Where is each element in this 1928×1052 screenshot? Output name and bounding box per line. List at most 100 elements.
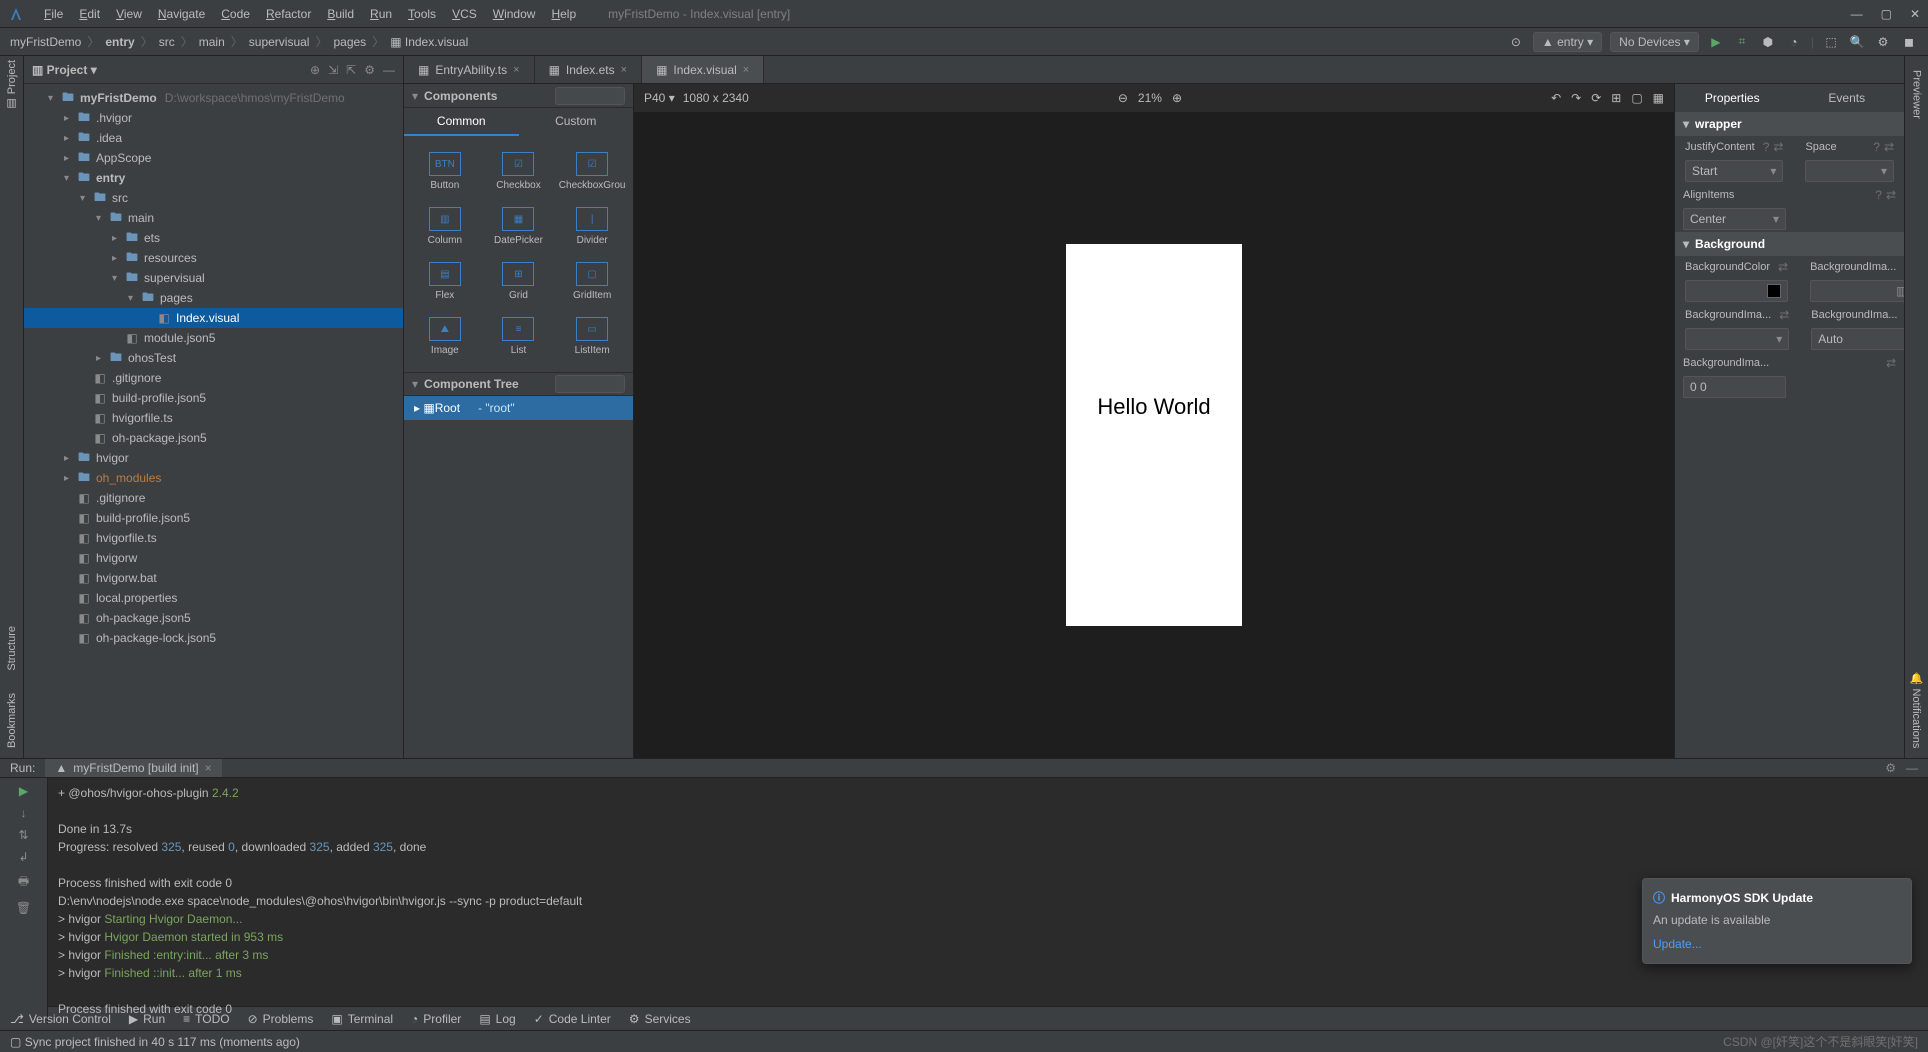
- fullscreen-icon[interactable]: ▢: [1631, 91, 1642, 105]
- menu-edit[interactable]: Edit: [71, 7, 108, 21]
- tree-row[interactable]: ▸🖿.idea: [24, 128, 403, 148]
- menu-window[interactable]: Window: [485, 7, 544, 21]
- component-checkboxgrou[interactable]: ☑CheckboxGrou: [557, 146, 627, 197]
- device-dropdown[interactable]: No Devices ▾: [1610, 32, 1699, 52]
- avatar-icon[interactable]: ◼: [1900, 33, 1918, 51]
- component-divider[interactable]: |Divider: [557, 201, 627, 252]
- project-tool-button[interactable]: ▥ Project: [5, 60, 18, 110]
- breadcrumb-item[interactable]: src: [159, 35, 175, 49]
- zoom-out-icon[interactable]: ⊖: [1118, 91, 1128, 105]
- panel-hide-icon[interactable]: —: [383, 63, 395, 77]
- link-icon[interactable]: ⇄: [1886, 356, 1896, 370]
- component-tree-search-input[interactable]: [555, 375, 625, 393]
- tree-row[interactable]: ◧hvigorfile.ts: [24, 408, 403, 428]
- grid-icon[interactable]: ▦: [1653, 91, 1664, 105]
- notification-update-link[interactable]: Update...: [1653, 935, 1901, 953]
- search-icon[interactable]: 🔍: [1848, 33, 1866, 51]
- tab-properties[interactable]: Properties: [1675, 84, 1790, 112]
- tree-row[interactable]: ◧build-profile.json5: [24, 388, 403, 408]
- close-icon[interactable]: ✕: [1910, 7, 1920, 21]
- prop-align-items-input[interactable]: Center▾: [1683, 208, 1786, 230]
- redo-icon[interactable]: ↷: [1571, 91, 1581, 105]
- help-icon[interactable]: ?: [1873, 140, 1880, 154]
- tree-row[interactable]: ◧hvigorfile.ts: [24, 528, 403, 548]
- tree-row[interactable]: ◧build-profile.json5: [24, 508, 403, 528]
- prop-space-input[interactable]: ▾: [1805, 160, 1894, 182]
- tree-row[interactable]: ◧oh-package.json5: [24, 608, 403, 628]
- tab-common[interactable]: Common: [404, 108, 519, 136]
- tree-row[interactable]: ◧Index.visual: [24, 308, 403, 328]
- print-icon[interactable]: 🖶: [18, 872, 29, 893]
- breadcrumb-item[interactable]: pages: [333, 35, 366, 49]
- tree-row[interactable]: ▸🖿AppScope: [24, 148, 403, 168]
- tree-row[interactable]: ▸🖿.hvigor: [24, 108, 403, 128]
- tree-row[interactable]: ◧module.json5: [24, 328, 403, 348]
- tree-row[interactable]: ▾🖿main: [24, 208, 403, 228]
- menu-help[interactable]: Help: [543, 7, 584, 21]
- menu-refactor[interactable]: Refactor: [258, 7, 319, 21]
- device-preview[interactable]: Hello World: [1066, 244, 1242, 626]
- tree-row[interactable]: ▸🖿resources: [24, 248, 403, 268]
- run-tab[interactable]: ▲myFristDemo [build init]×: [45, 759, 221, 777]
- editor-tab[interactable]: ▦EntryAbility.ts×: [404, 56, 535, 83]
- prop-bgimage-input[interactable]: ▥: [1810, 280, 1914, 302]
- menu-vcs[interactable]: VCS: [444, 7, 485, 21]
- component-listitem[interactable]: ▭ListItem: [557, 311, 627, 362]
- rotate-icon[interactable]: ⟳: [1591, 91, 1601, 105]
- menu-navigate[interactable]: Navigate: [150, 7, 213, 21]
- collapse-all-icon[interactable]: ⇱: [346, 63, 356, 77]
- build-icon[interactable]: ⬚: [1822, 33, 1840, 51]
- breadcrumb-item[interactable]: supervisual: [249, 35, 310, 49]
- link-icon[interactable]: ⇄: [1884, 140, 1894, 154]
- tab-events[interactable]: Events: [1790, 84, 1905, 112]
- tree-row[interactable]: ◧oh-package.json5: [24, 428, 403, 448]
- component-datepicker[interactable]: ▦DatePicker: [484, 201, 554, 252]
- prop-bgimage-auto-input[interactable]: Auto: [1811, 328, 1915, 350]
- components-search-input[interactable]: [555, 87, 625, 105]
- run-config-dropdown[interactable]: ▲ entry ▾: [1533, 32, 1602, 52]
- breadcrumb-item[interactable]: myFristDemo: [10, 35, 81, 49]
- tree-row[interactable]: ◧oh-package-lock.json5: [24, 628, 403, 648]
- link-icon[interactable]: ⇄: [1778, 260, 1788, 274]
- target-icon[interactable]: ⊙: [1507, 33, 1525, 51]
- tree-row[interactable]: ▾🖿pages: [24, 288, 403, 308]
- menu-tools[interactable]: Tools: [400, 7, 444, 21]
- component-grid[interactable]: ⊞Grid: [484, 256, 554, 307]
- prop-bgcolor-input[interactable]: [1685, 280, 1788, 302]
- tree-row[interactable]: ◧local.properties: [24, 588, 403, 608]
- stop-icon[interactable]: ↓: [21, 806, 27, 820]
- menu-code[interactable]: Code: [213, 7, 258, 21]
- coverage-icon[interactable]: ⬢: [1759, 33, 1777, 51]
- help-icon[interactable]: ?: [1875, 188, 1882, 202]
- undo-icon[interactable]: ↶: [1551, 91, 1561, 105]
- tree-row[interactable]: ▸🖿ets: [24, 228, 403, 248]
- component-image[interactable]: ⛰Image: [410, 311, 480, 362]
- menu-run[interactable]: Run: [362, 7, 400, 21]
- tree-row[interactable]: ▾🖿supervisual: [24, 268, 403, 288]
- rerun-icon[interactable]: ▶: [19, 784, 28, 798]
- device-select[interactable]: P40 ▾: [644, 91, 675, 105]
- link-icon[interactable]: ⇄: [1773, 140, 1783, 154]
- editor-tab[interactable]: ▦Index.ets×: [535, 56, 642, 83]
- tab-custom[interactable]: Custom: [519, 108, 634, 136]
- zoom-in-icon[interactable]: ⊕: [1172, 91, 1182, 105]
- select-opened-icon[interactable]: ⊕: [310, 63, 320, 77]
- menu-build[interactable]: Build: [319, 7, 362, 21]
- tree-row[interactable]: ◧hvigorw.bat: [24, 568, 403, 588]
- status-icon[interactable]: ▢: [10, 1035, 21, 1049]
- trash-icon[interactable]: 🗑: [16, 901, 31, 915]
- tree-row[interactable]: ▸🖿hvigor: [24, 448, 403, 468]
- project-tree[interactable]: ▾🖿myFristDemoD:\workspace\hmos\myFristDe…: [24, 84, 403, 758]
- prop-bgimage3-input[interactable]: 0 0: [1683, 376, 1786, 398]
- link-icon[interactable]: ⇄: [1886, 188, 1896, 202]
- bookmarks-tool-button[interactable]: Bookmarks: [6, 693, 18, 748]
- debug-icon[interactable]: ⌗: [1733, 33, 1751, 51]
- breadcrumb-item[interactable]: entry: [105, 35, 134, 49]
- menu-file[interactable]: File: [36, 7, 71, 21]
- wrap-icon[interactable]: ↲: [18, 850, 28, 864]
- breadcrumb-item[interactable]: ▦ Index.visual: [390, 35, 468, 49]
- tree-row[interactable]: ▾🖿src: [24, 188, 403, 208]
- tree-row[interactable]: ▸🖿ohosTest: [24, 348, 403, 368]
- link-icon[interactable]: ⇄: [1779, 308, 1789, 322]
- component-button[interactable]: BTNButton: [410, 146, 480, 197]
